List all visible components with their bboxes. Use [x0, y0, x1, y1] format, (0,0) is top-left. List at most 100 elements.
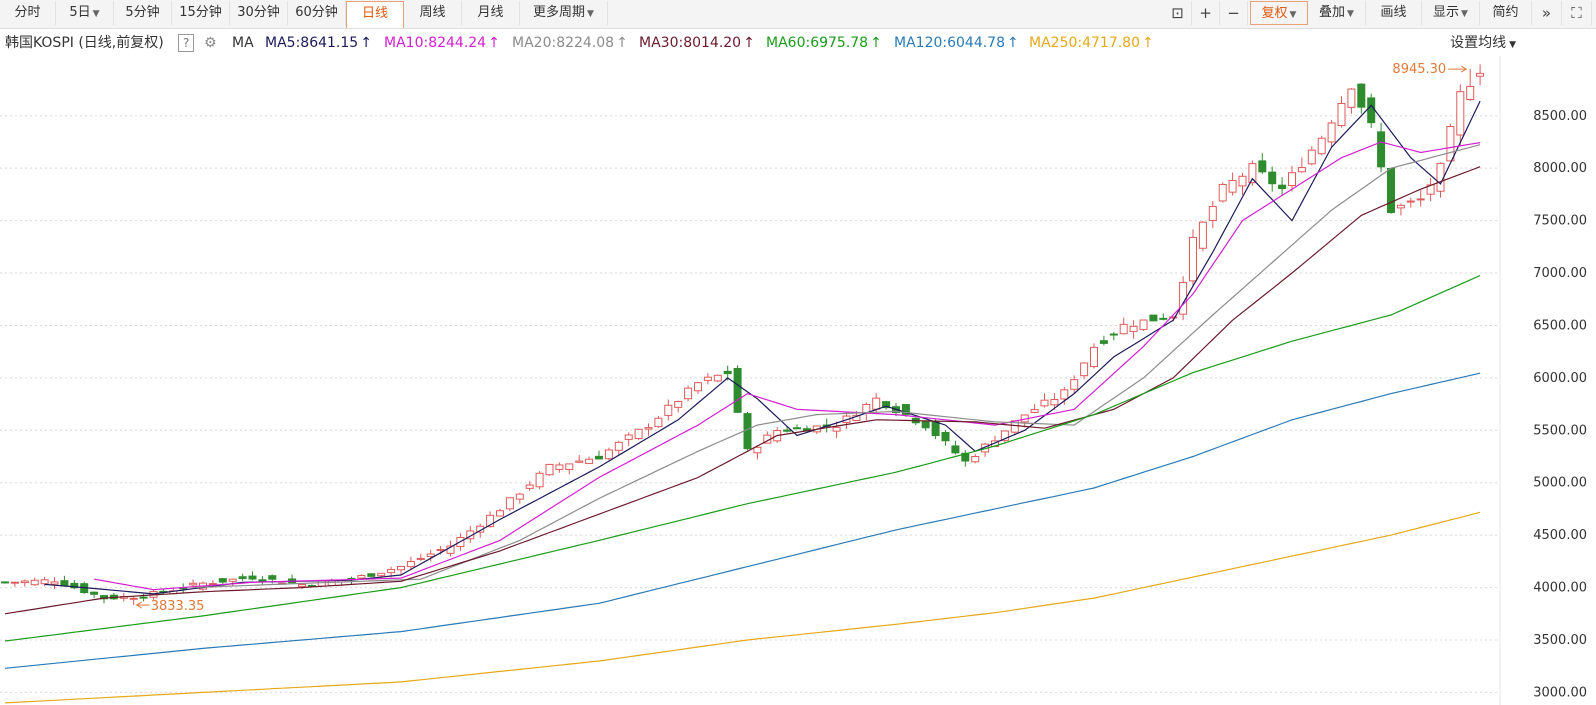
y-tick-label: 6000.00 [1533, 371, 1587, 386]
y-tick-label: 6500.00 [1533, 318, 1587, 333]
tool-label: 复权 [1261, 6, 1288, 21]
candle-body [1416, 198, 1425, 201]
gear-icon[interactable]: ⚙ [204, 30, 217, 56]
candle-body [1030, 409, 1039, 413]
chevron-down-icon: ▼ [92, 9, 100, 19]
toolbar: 分时 5日 ▼ 5分钟 15分钟 30分钟 60分钟 日线 周线 月线 更多周期 ▼ ⊡ + − 复权 ▼ 叠加 ▼… [0, 0, 1596, 29]
y-tick-label: 8000.00 [1533, 161, 1587, 176]
ma-line-ma5 [44, 100, 1481, 595]
candle-body [723, 370, 732, 375]
ma-legend-item: MA60:6975.78 ↑ [766, 30, 882, 56]
ma-legend: 韩国KOSPI (日线,前复权)? ⚙ MA MA5:8641.15 ↑ MA10:824… [0, 30, 1596, 56]
instrument-title: 韩国KOSPI (日线,前复权) [5, 35, 164, 51]
ma-setting-button[interactable]: 设置均线 ▼ [1450, 30, 1516, 56]
ma-legend-item: MA250:4717.80 ↑ [1029, 30, 1154, 56]
candle-body [585, 458, 594, 464]
candle-body [595, 455, 603, 460]
ma-value: MA5:8641.15 [265, 35, 359, 51]
candle-body [783, 429, 792, 432]
period-7-button[interactable]: 周线 [404, 1, 462, 25]
candle-body [565, 463, 574, 471]
candle-body [545, 463, 554, 476]
candle-body [713, 374, 722, 382]
candle-body [20, 580, 29, 584]
tool-4-button[interactable]: 简约 [1480, 1, 1532, 25]
lock-icon[interactable]: ⊡ [1164, 1, 1192, 25]
y-tick-label: 7000.00 [1533, 266, 1587, 281]
high-price-label: 8945.30 [1392, 62, 1446, 77]
candle-body [793, 427, 801, 430]
candle-body [1149, 314, 1158, 322]
period-6-button[interactable]: 日线 [346, 1, 404, 28]
candle-body [1139, 319, 1148, 330]
candle-body [238, 576, 247, 580]
candle-body [1119, 323, 1128, 335]
period-9-button[interactable]: 更多周期 ▼ [520, 1, 608, 25]
tool-2-button[interactable]: 画线 [1366, 1, 1422, 25]
candle-body [555, 464, 564, 470]
tool-3-button[interactable]: 显示 ▼ [1422, 1, 1480, 25]
help-icon[interactable]: ? [178, 34, 195, 52]
candle-body [1040, 399, 1049, 407]
candle-body [298, 583, 306, 587]
candle-body [60, 580, 69, 587]
ma-value: MA250:4717.80 [1029, 35, 1140, 51]
zoom-in-icon[interactable]: + [1192, 1, 1220, 25]
candle-body [733, 367, 742, 413]
tool-label: 画线 [1380, 5, 1407, 20]
ma-legend-item: MA120:6044.78 ↑ [894, 30, 1019, 56]
candle-body [614, 441, 623, 451]
chevron-down-icon: ▼ [1509, 40, 1516, 50]
chevron-down-icon: ▼ [587, 9, 594, 19]
candle-body [30, 579, 39, 586]
candle-body [218, 578, 227, 583]
candle-body [367, 573, 376, 577]
candle-body [1268, 171, 1277, 185]
ma-line-ma30 [4, 166, 1481, 615]
zoom-out-icon[interactable]: − [1220, 1, 1248, 25]
candle-body [1396, 204, 1405, 209]
candlestick-chart[interactable]: 3000.00 3500.00 4000.00 4500.00 5000.00 5500.… [0, 56, 1596, 705]
candle-body [1446, 125, 1455, 162]
ma-label: MA [232, 35, 254, 51]
period-label: 30分钟 [237, 5, 280, 20]
candle-body [327, 580, 336, 586]
period-3-button[interactable]: 15分钟 [172, 1, 230, 25]
candle-body [921, 421, 930, 429]
candle-body [872, 397, 881, 410]
candle-body [1317, 137, 1326, 155]
chevron-down-icon: ▼ [1289, 10, 1297, 20]
candle-body [129, 597, 138, 600]
period-5-button[interactable]: 60分钟 [288, 1, 346, 25]
tool-0-button[interactable]: 复权 ▼ [1250, 1, 1308, 25]
candle-body [515, 493, 524, 500]
candle-body [1456, 91, 1465, 136]
ma-value: MA20:8224.08 [512, 35, 615, 51]
tool-label: 显示 [1433, 5, 1460, 20]
y-tick-label: 3500.00 [1533, 633, 1587, 648]
tool-1-button[interactable]: 叠加 ▼ [1308, 1, 1366, 25]
candle-body [436, 549, 445, 552]
period-2-button[interactable]: 5分钟 [114, 1, 172, 25]
candle-body [694, 382, 702, 392]
next-icon[interactable]: » [1532, 1, 1562, 25]
candle-body [317, 580, 326, 587]
candle-body [1099, 340, 1108, 344]
candle-body [248, 575, 257, 580]
period-label: 60分钟 [295, 5, 338, 20]
candle-body [1387, 167, 1395, 214]
period-8-button[interactable]: 月线 [462, 1, 520, 25]
candle-body [1337, 103, 1346, 127]
candle-body [1070, 379, 1079, 390]
candle-body [406, 561, 415, 568]
ma-legend-item: MA20:8224.08 ↑ [512, 30, 628, 56]
arrow-up-icon: ↑ [616, 35, 628, 51]
fullscreen-icon[interactable]: ⛶ [1562, 1, 1592, 25]
candle-body [654, 417, 663, 428]
period-1-button[interactable]: 5日 ▼ [56, 1, 114, 25]
candle-body [228, 578, 237, 582]
candle-body [1159, 317, 1168, 320]
period-4-button[interactable]: 30分钟 [230, 1, 288, 25]
period-0-button[interactable]: 分时 [0, 1, 56, 25]
candle-body [525, 484, 534, 489]
